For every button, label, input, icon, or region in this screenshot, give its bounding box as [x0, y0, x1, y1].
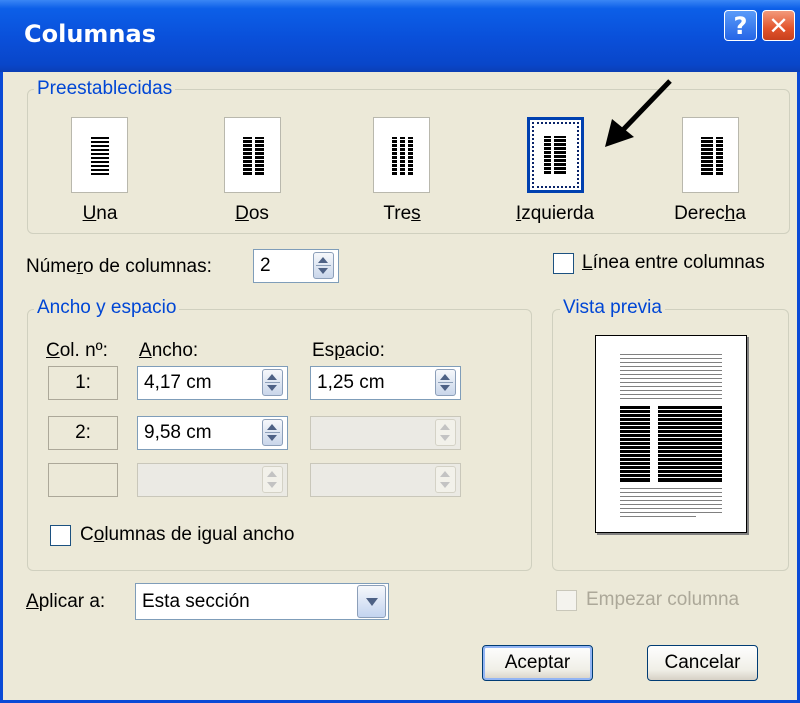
width-header: Ancho: [139, 340, 199, 361]
preset-right-label: Derecha [674, 203, 746, 224]
apply-to-label: Aplicar a: [26, 591, 106, 612]
col-number-header: Col. nº: [46, 340, 108, 361]
preset-left-label: Izquierda [515, 203, 595, 224]
close-button[interactable]: ✕ [762, 10, 795, 41]
width-spinner-2[interactable] [262, 419, 283, 446]
col-number-1: 1: [48, 366, 118, 400]
spin-up-icon [318, 257, 328, 263]
preset-right-button[interactable] [682, 117, 739, 193]
preset-one-label: Una [82, 203, 118, 224]
one-column-icon [91, 137, 109, 175]
equal-width-checkbox[interactable] [50, 525, 71, 546]
preset-one-button[interactable] [71, 117, 128, 193]
spin-down-icon [440, 385, 450, 391]
preview-page-icon [620, 354, 722, 517]
ok-button[interactable]: Aceptar [482, 645, 593, 681]
start-column-checkbox [556, 590, 577, 611]
apply-to-select[interactable]: Esta sección [135, 583, 389, 620]
spin-up-icon [267, 374, 277, 380]
preset-three-button[interactable] [373, 117, 430, 193]
preview-group-title: Vista previa [560, 297, 665, 319]
spin-up-icon [267, 424, 277, 430]
spin-down-icon [267, 385, 277, 391]
line-between-label: Línea entre columnas [582, 252, 765, 273]
dialog-title: Columnas [24, 20, 156, 48]
spin-up-icon [440, 424, 450, 430]
spin-down-icon [440, 435, 450, 441]
cancel-button[interactable]: Cancelar [647, 645, 758, 681]
preset-two-button[interactable] [224, 117, 281, 193]
spacing-header: Espacio: [312, 340, 385, 361]
help-button[interactable]: ? [724, 10, 757, 41]
spin-up-icon [267, 471, 277, 477]
spin-down-icon [318, 268, 328, 274]
preview-page [595, 335, 747, 533]
spin-up-icon [440, 374, 450, 380]
line-between-checkbox[interactable] [553, 253, 574, 274]
preset-three-label: Tres [383, 203, 421, 224]
three-columns-icon [392, 137, 413, 175]
spin-down-icon [267, 435, 277, 441]
columns-dialog: Columnas ? ✕ Preestablecidas Una Dos Tre… [0, 0, 800, 703]
num-columns-spinner[interactable] [313, 252, 334, 279]
title-bar[interactable]: Columnas ? ✕ [0, 0, 800, 72]
chevron-down-icon [366, 598, 378, 606]
preset-two-label: Dos [235, 203, 269, 224]
width-spinner-1[interactable] [262, 369, 283, 396]
start-column-label: Empezar columna [586, 589, 740, 610]
spin-down-icon [440, 482, 450, 488]
left-column-icon [544, 136, 566, 174]
width-spacing-group-title: Ancho y espacio [34, 297, 180, 319]
spin-down-icon [267, 482, 277, 488]
spacing-spinner-2 [435, 419, 456, 446]
preset-left-button[interactable] [527, 117, 584, 193]
spin-up-icon [440, 471, 450, 477]
num-columns-label: Número de columnas: [26, 256, 212, 277]
right-column-icon [701, 137, 723, 175]
spacing-spinner-1[interactable] [435, 369, 456, 396]
col-number-3 [48, 463, 118, 497]
annotation-arrow-icon [605, 79, 672, 147]
equal-width-label: Columnas de igual ancho [80, 524, 295, 545]
col-number-2: 2: [48, 416, 118, 450]
presets-group-title: Preestablecidas [34, 78, 176, 100]
spacing-spinner-3 [435, 466, 456, 493]
width-spinner-3 [262, 466, 283, 493]
apply-to-dropdown-button[interactable] [357, 585, 386, 618]
two-columns-icon [243, 137, 264, 175]
